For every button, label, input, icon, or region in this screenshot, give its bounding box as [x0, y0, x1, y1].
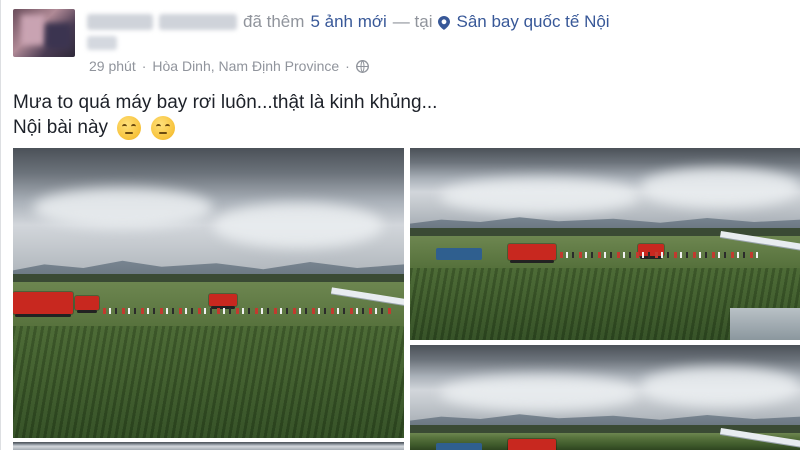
post-text-line-1: Mưa to quá máy bay rơi luôn...thật là ki… [13, 92, 438, 113]
post-text-line-2: Nội bài này [13, 117, 109, 138]
crowd [103, 308, 393, 314]
photo-cloud [640, 168, 800, 208]
location-link[interactable]: Sân bay quốc tế Nội [456, 12, 609, 32]
facebook-post: đã thêm 5 ảnh mới — tại Sân bay quốc tế … [0, 0, 800, 450]
meta-separator: · [141, 58, 147, 74]
photo-cloud [33, 188, 213, 228]
photo-2[interactable] [410, 148, 800, 340]
post-meta: 29 phút · Hòa Dinh, Nam Định Province · [89, 58, 369, 74]
avatar-blur [21, 15, 45, 45]
photo-cloud [440, 178, 640, 214]
unamused-face-icon [150, 115, 175, 140]
globe-icon[interactable] [355, 59, 369, 73]
photo-count-link[interactable]: 5 ảnh mới [310, 12, 386, 32]
meta-separator-2: · [345, 58, 350, 74]
post-text-line-2-wrap: Nội bài này [13, 115, 783, 140]
unamused-face-icon [117, 115, 142, 140]
post-header: đã thêm 5 ảnh mới — tại Sân bay quốc tế … [87, 8, 610, 36]
author-secondary-blurred [87, 36, 117, 50]
photo-sky [13, 442, 404, 450]
photo-water [730, 308, 800, 340]
photo-cloud [213, 203, 383, 248]
photo-3[interactable] [410, 345, 800, 450]
crowd [560, 252, 760, 258]
photo-4[interactable] [13, 442, 404, 450]
blue-truck [436, 248, 482, 260]
fire-truck [75, 296, 99, 313]
place-link[interactable]: Hòa Dinh, Nam Định Province [152, 58, 339, 74]
blue-truck [436, 443, 482, 450]
fire-truck [508, 244, 556, 263]
photo-1[interactable] [13, 148, 404, 438]
photo-cloud [440, 375, 640, 411]
avatar[interactable] [13, 9, 75, 57]
action-text: đã thêm [243, 12, 305, 31]
location-separator: — tại [392, 12, 433, 31]
photo-grass [13, 326, 404, 438]
photo-cloud [640, 367, 800, 407]
map-pin-icon [438, 15, 451, 30]
post-body: Mưa to quá máy bay rơi luôn...thật là ki… [13, 90, 783, 140]
author-name-blurred[interactable] [87, 14, 153, 30]
fire-truck [209, 294, 237, 309]
author-name-blurred-2[interactable] [159, 14, 237, 30]
avatar-blur [45, 23, 71, 49]
fire-truck [13, 292, 73, 317]
fire-truck [508, 439, 556, 450]
timestamp-link[interactable]: 29 phút [89, 58, 136, 74]
